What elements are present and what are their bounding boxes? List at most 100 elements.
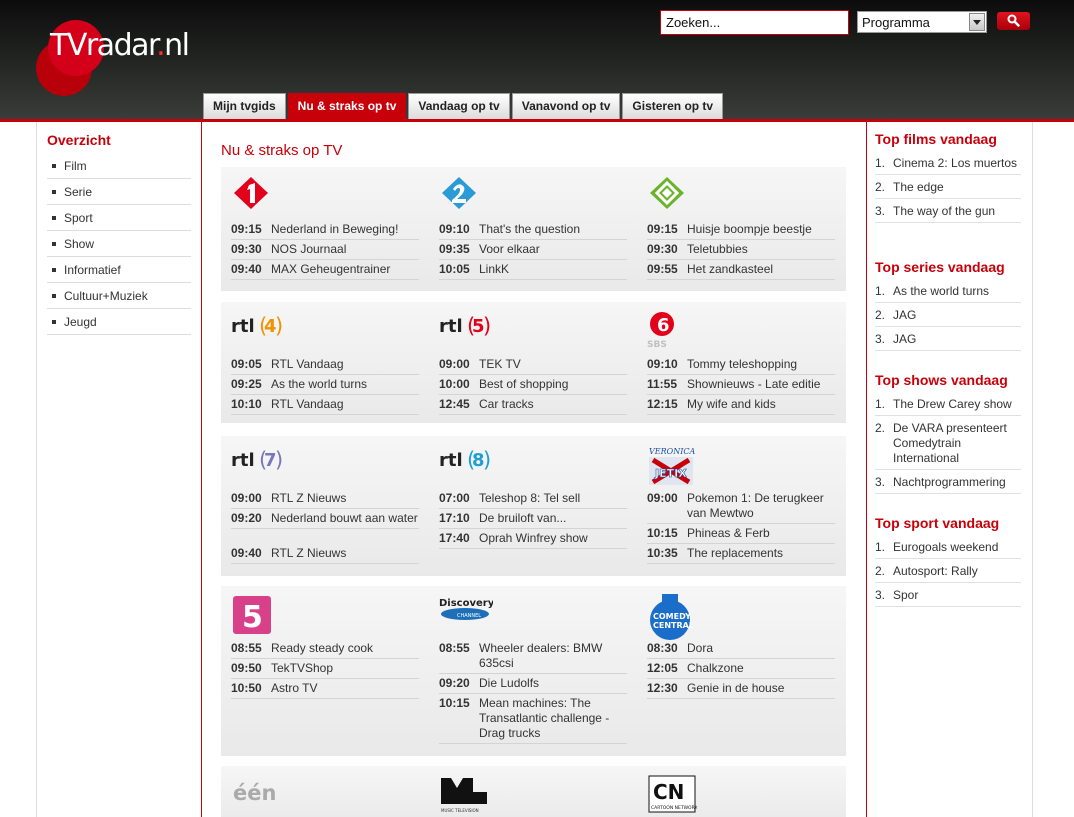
channel-rtl5: rtl(5) 09:00 TEK TV 10:00 Best of shopping 12… xyxy=(429,302,627,423)
top-list-rank: 2. xyxy=(875,564,886,578)
program-item[interactable]: 09:15 Nederland in Beweging! xyxy=(231,222,419,240)
program-item[interactable]: 09:20 Die Ludolfs xyxy=(439,676,627,694)
channel-logo-net5[interactable]: 5 xyxy=(231,594,283,635)
page-title: Nu & straks op TV xyxy=(221,142,343,159)
tab-vandaag[interactable]: Vandaag op tv xyxy=(408,93,510,119)
sidebar-item-jeugd[interactable]: Jeugd xyxy=(47,309,191,335)
program-item[interactable]: 09:40 MAX Geheugentrainer xyxy=(231,262,419,280)
channel-logo-ned1[interactable] xyxy=(231,175,283,209)
top-list-item[interactable]: 2. JAG xyxy=(875,306,1021,327)
sidebar-menu: Film Serie Sport Show Informatief Cultuu… xyxy=(47,153,191,335)
top-list-rank: 3. xyxy=(875,332,886,346)
program-item[interactable]: 08:55 Wheeler dealers: BMW 635csi xyxy=(439,641,627,674)
chevron-down-icon[interactable] xyxy=(969,13,985,31)
program-item[interactable]: 10:10 RTL Vandaag xyxy=(231,397,419,415)
tab-nu-en-straks[interactable]: Nu & straks op tv xyxy=(287,93,407,119)
program-item[interactable]: 10:15 Phineas & Ferb xyxy=(647,526,835,544)
program-item[interactable]: 09:05 RTL Vandaag xyxy=(231,357,419,375)
program-item[interactable]: 09:10 That's the question xyxy=(439,222,627,240)
program-item[interactable]: 12:15 My wife and kids xyxy=(647,397,835,415)
sidebar-item-sport[interactable]: Sport xyxy=(47,205,191,231)
program-item[interactable]: 09:00 RTL Z Nieuws xyxy=(231,491,419,509)
channel-logo-discovery[interactable]: Discovery CHANNEL xyxy=(439,594,495,628)
channel-logo-rtl8[interactable]: rtl(8) xyxy=(439,444,491,478)
program-item[interactable]: 17:40 Oprah Winfrey show xyxy=(439,531,627,549)
channel-logo-comedy[interactable]: COMEDY CENTRAL xyxy=(647,594,699,640)
search-input[interactable] xyxy=(660,10,849,35)
program-title: Pokemon 1: De terugkeer van Mewtwo xyxy=(687,491,824,520)
channel-logo-image: COMEDYCENTRAL xyxy=(650,594,694,640)
site-logo[interactable]: TVradar.nl xyxy=(36,20,196,96)
program-item[interactable]: 09:20 Nederland bouwt aan water xyxy=(231,511,419,529)
sidebar-item-cultuur-muziek[interactable]: Cultuur+Muziek xyxy=(47,283,191,309)
program-item[interactable]: 09:15 Huisje boompje beestje xyxy=(647,222,835,240)
channel-logo-rtl5[interactable]: rtl(5) xyxy=(439,310,491,344)
program-item[interactable]: 09:30 NOS Journaal xyxy=(231,242,419,260)
program-item[interactable]: 12:30 Genie in de house xyxy=(647,681,835,699)
program-item[interactable]: 11:55 Shownieuws - Late editie xyxy=(647,377,835,395)
program-item[interactable]: 12:05 Chalkzone xyxy=(647,661,835,679)
channel-ned3: 09:15 Huisje boompje beestje 09:30 Teletubb… xyxy=(637,167,835,291)
top-list-item[interactable]: 2. De VARA presenteert Comedytrain Intern… xyxy=(875,419,1021,470)
channel-logo-ned3[interactable] xyxy=(647,175,699,209)
program-item[interactable]: 08:55 Ready steady cook xyxy=(231,641,419,659)
program-item[interactable]: 10:05 LinkK xyxy=(439,262,627,280)
channel-logo-ned2[interactable] xyxy=(439,175,491,209)
top-list-item[interactable]: 1. Cinema 2: Los muertos xyxy=(875,154,1021,175)
program-item[interactable]: 09:25 As the world turns xyxy=(231,377,419,395)
top-list-item-label: The edge xyxy=(893,180,944,194)
sidebar-item-informatief[interactable]: Informatief xyxy=(47,257,191,283)
channel-logo-veronica[interactable]: VERONICA JETIX xyxy=(647,444,699,485)
program-item[interactable]: 09:55 Het zandkasteel xyxy=(647,262,835,280)
program-item[interactable]: 09:00 Pokemon 1: De terugkeer van Mewtwo xyxy=(647,491,835,524)
channel-logo-rtl4[interactable]: rtl(4) xyxy=(231,310,283,344)
channel-logo-image: één xyxy=(233,781,276,805)
right-sidebar: Top films vandaag 1. Cinema 2: Los muertos… xyxy=(866,122,1032,817)
sidebar-item-film[interactable]: Film xyxy=(47,153,191,179)
top-list-title: Top films vandaag xyxy=(875,131,997,147)
top-list-item[interactable]: 1. As the world turns xyxy=(875,282,1021,303)
search-button[interactable] xyxy=(997,12,1030,30)
program-item[interactable]: 10:35 The replacements xyxy=(647,546,835,564)
channel-logo-een[interactable]: één xyxy=(231,774,283,808)
top-list-item[interactable]: 3. The way of the gun xyxy=(875,202,1021,223)
program-item[interactable]: 17:10 De bruiloft van... xyxy=(439,511,627,529)
top-list-item[interactable]: 3. JAG xyxy=(875,330,1021,351)
program-item[interactable]: 09:00 TEK TV xyxy=(439,357,627,375)
program-item[interactable]: 09:10 Tommy teleshopping xyxy=(647,357,835,375)
program-title: MAX Geheugentrainer xyxy=(271,262,391,276)
program-item[interactable]: 10:15 Mean machines: The Transatlantic ch… xyxy=(439,696,627,744)
sidebar-item-serie[interactable]: Serie xyxy=(47,179,191,205)
program-item[interactable]: 09:30 Teletubbies xyxy=(647,242,835,260)
channel-logo-image: CNCARTOON NETWORK xyxy=(648,775,699,813)
top-list-item[interactable]: 2. Autosport: Rally xyxy=(875,562,1021,583)
channel-logo-rtl7[interactable]: rtl(7) xyxy=(231,444,283,478)
tab-mijn-tvgids[interactable]: Mijn tvgids xyxy=(203,93,286,119)
program-title: Nederland in Beweging! xyxy=(271,222,399,236)
program-item[interactable]: 12:45 Car tracks xyxy=(439,397,627,415)
channel-logo-cn[interactable]: CN CARTOON NETWORK xyxy=(647,774,699,813)
top-list-item[interactable]: 1. Eurogoals weekend xyxy=(875,538,1021,559)
program-title: RTL Vandaag xyxy=(271,357,344,371)
sidebar-item-show[interactable]: Show xyxy=(47,231,191,257)
channel-logo-mtv[interactable]: MUSIC TELEVISION xyxy=(439,774,491,813)
program-item[interactable]: 09:40 RTL Z Nieuws xyxy=(231,546,419,564)
svg-text:rtl: rtl xyxy=(231,316,255,337)
program-time: 09:25 xyxy=(231,377,262,391)
top-list-item[interactable]: 2. The edge xyxy=(875,178,1021,199)
top-list-item[interactable]: 3. Nachtprogrammering xyxy=(875,473,1021,494)
program-item[interactable]: 10:50 Astro TV xyxy=(231,681,419,699)
program-item[interactable]: 10:00 Best of shopping xyxy=(439,377,627,395)
tab-vanavond[interactable]: Vanavond op tv xyxy=(511,93,621,119)
top-list-item[interactable]: 1. The Drew Carey show xyxy=(875,395,1021,416)
search-type-select[interactable]: Programma xyxy=(857,11,987,33)
program-item[interactable]: 07:00 Teleshop 8: Tel sell xyxy=(439,491,627,509)
program-item[interactable]: 09:35 Voor elkaar xyxy=(439,242,627,260)
channel-logo-sbs6[interactable]: 6 SBS xyxy=(647,310,699,350)
program-item[interactable]: 08:30 Dora xyxy=(647,641,835,659)
channel-net5: 5 08:55 Ready steady cook 09:50 TekTVShop 10:… xyxy=(221,586,419,756)
tab-gisteren[interactable]: Gisteren op tv xyxy=(622,93,724,119)
top-list-item[interactable]: 3. Spor xyxy=(875,586,1021,607)
program-item[interactable]: 09:50 TekTVShop xyxy=(231,661,419,679)
channel-row: 09:15 Nederland in Beweging! 09:30 NOS Jour… xyxy=(221,167,846,291)
